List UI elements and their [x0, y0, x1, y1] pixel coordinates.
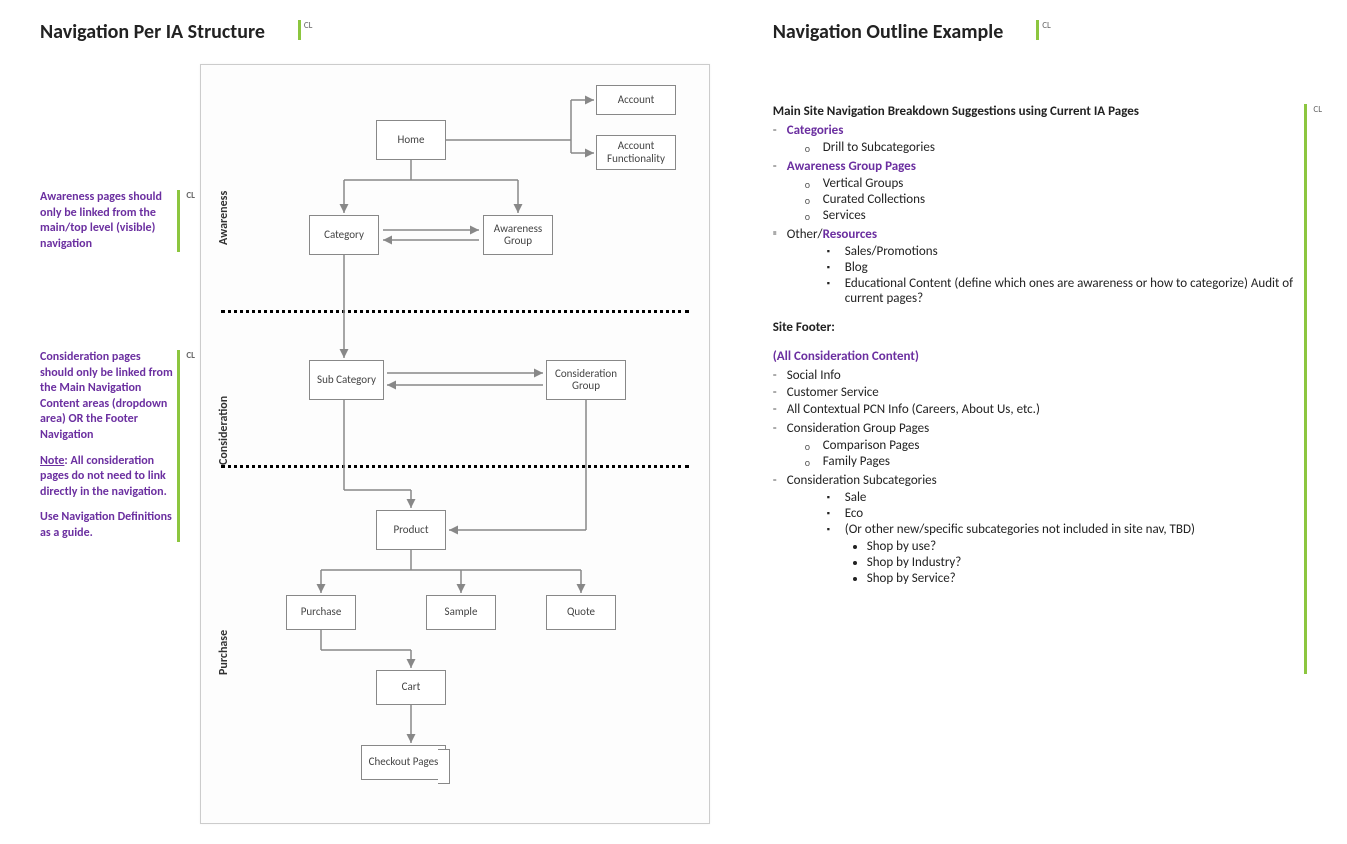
- list-item: Drill to Subcategories: [805, 140, 1300, 155]
- node-account-func: Account Functionality: [596, 135, 676, 170]
- consideration-label: Consideration: [217, 345, 231, 465]
- other-prefix: Other/: [787, 227, 823, 242]
- left-column: Navigation Per IA Structure CL Awareness…: [40, 20, 713, 824]
- comment-tag-icon: CL: [298, 20, 313, 40]
- node-cart: Cart: [376, 670, 446, 705]
- list-item: Sale: [827, 490, 1300, 505]
- list-item: Customer Service: [773, 385, 1300, 400]
- purchase-label: Purchase: [217, 585, 231, 675]
- node-sub-category: Sub Category: [309, 360, 384, 400]
- awareness-block: Awareness Group Pages Vertical Groups Cu…: [773, 159, 1300, 223]
- list-item: Sales/Promotions: [827, 244, 1300, 259]
- awareness-note-text: Awareness pages should only be linked fr…: [40, 190, 162, 251]
- outline-body: Main Site Navigation Breakdown Suggestio…: [773, 104, 1307, 674]
- consideration-note-p1: Consideration pages should only be linke…: [40, 350, 175, 444]
- list-item: Curated Collections: [805, 192, 1300, 207]
- right-title: Navigation Outline Example: [773, 20, 1004, 44]
- note-label: Note: [40, 454, 64, 468]
- list-item: Educational Content (define which ones a…: [827, 276, 1300, 306]
- list-item: Services: [805, 208, 1300, 223]
- section-title: Main Site Navigation Breakdown Suggestio…: [773, 104, 1139, 119]
- comment-tag-icon: CL: [1036, 20, 1051, 40]
- categories-block: Categories Drill to Subcategories: [773, 123, 1300, 155]
- consideration-group-label: Consideration Group Pages: [787, 421, 929, 436]
- divider-2: [221, 465, 689, 468]
- left-title: Navigation Per IA Structure: [40, 20, 265, 44]
- node-home: Home: [376, 120, 446, 160]
- awareness-label: Awareness Group Pages: [787, 159, 916, 174]
- consideration-sub-block: Consideration Subcategories Sale Eco (Or…: [773, 473, 1300, 586]
- flowchart-arrows: [201, 65, 709, 823]
- list-item: Shop by Industry?: [867, 555, 1300, 570]
- divider-1: [221, 310, 689, 313]
- list-item: (Or other new/specific subcategories not…: [827, 522, 1300, 537]
- list-item: Blog: [827, 260, 1300, 275]
- consideration-note-p3: Use Navigation Definitions as a guide.: [40, 510, 175, 541]
- list-item: Eco: [827, 506, 1300, 521]
- consideration-note-p2: Note: All consideration pages do not nee…: [40, 454, 175, 501]
- node-checkout-stack: [438, 749, 450, 784]
- list-item: Social Info: [773, 368, 1300, 383]
- list-item: Family Pages: [805, 454, 1300, 469]
- other-label: Resources: [823, 227, 877, 242]
- footer-top-block: Social Info Customer Service All Context…: [773, 368, 1300, 417]
- consideration-group-block: Consideration Group Pages Comparison Pag…: [773, 421, 1300, 469]
- footer-title: Site Footer:: [773, 320, 835, 335]
- right-column: Navigation Outline Example CL Main Site …: [773, 20, 1307, 674]
- awareness-note: Awareness pages should only be linked fr…: [40, 190, 180, 252]
- list-item: Shop by Service?: [867, 571, 1300, 586]
- ia-flowchart: Awareness Consideration Purchase Home Ac…: [200, 64, 710, 824]
- node-category: Category: [309, 215, 379, 255]
- list-item: Shop by use?: [867, 539, 1300, 554]
- node-sample: Sample: [426, 595, 496, 630]
- all-consideration: (All Consideration Content): [773, 349, 919, 364]
- node-product: Product: [376, 510, 446, 550]
- consideration-note: Consideration pages should only be linke…: [40, 350, 180, 542]
- node-checkout: Checkout Pages: [361, 745, 446, 780]
- node-quote: Quote: [546, 595, 616, 630]
- list-item: All Contextual PCN Info (Careers, About …: [773, 402, 1300, 417]
- awareness-label: Awareness: [217, 145, 231, 245]
- list-item: Comparison Pages: [805, 438, 1300, 453]
- list-item: Vertical Groups: [805, 176, 1300, 191]
- node-awareness-group: Awareness Group: [483, 215, 553, 255]
- node-purchase: Purchase: [286, 595, 356, 630]
- consideration-sub-label: Consideration Subcategories: [787, 473, 937, 488]
- categories-label: Categories: [787, 123, 844, 138]
- node-consideration-group: Consideration Group: [546, 360, 626, 400]
- node-account: Account: [596, 85, 676, 115]
- other-block: Other/Resources Sales/Promotions Blog Ed…: [773, 227, 1300, 306]
